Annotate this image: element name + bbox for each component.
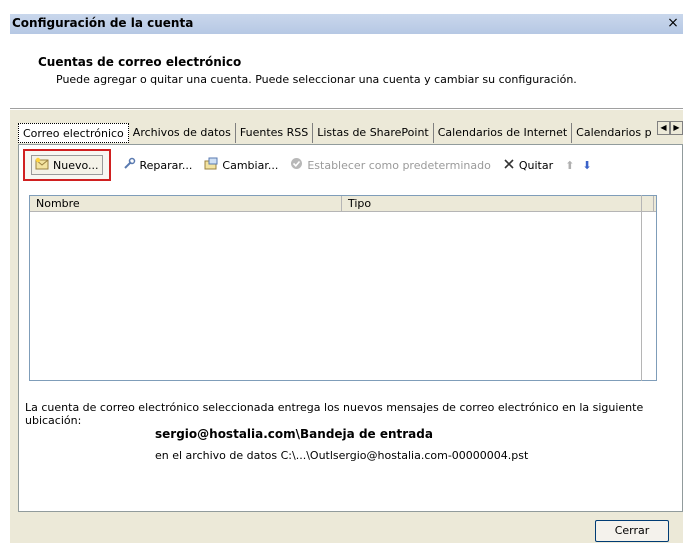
tab-sharepoint-lists[interactable]: Listas de SharePoint (313, 123, 434, 143)
delivery-location: sergio@hostalia.com\Bandeja de entrada (155, 427, 433, 441)
toolbar: Nuevo... Reparar... Cambiar... Establece… (23, 149, 592, 181)
arrow-down-icon[interactable]: ⬇ (582, 159, 591, 172)
tab-scroll-buttons: ◀ ▶ (657, 121, 683, 135)
repair-icon (123, 157, 136, 173)
tab-scroll-left-icon[interactable]: ◀ (657, 121, 670, 135)
header-title: Cuentas de correo electrónico (38, 55, 242, 69)
tab-email[interactable]: Correo electrónico (18, 123, 129, 143)
window-title: Configuración de la cuenta (12, 16, 194, 30)
tab-scroll-right-icon[interactable]: ▶ (670, 121, 683, 135)
data-file-path: en el archivo de datos C:\...\Outlsergio… (155, 449, 529, 462)
change-icon (204, 157, 218, 173)
set-default-button-label: Establecer como predeterminado (307, 158, 491, 172)
dialog-header: Cuentas de correo electrónico Puede agre… (10, 34, 683, 109)
dialog-body: Correo electrónico Archivos de datos Fue… (10, 110, 683, 543)
title-bar: Configuración de la cuenta × (10, 14, 683, 34)
close-icon[interactable]: × (665, 14, 681, 32)
repair-button[interactable]: Reparar... (123, 157, 193, 173)
new-account-icon (35, 157, 49, 173)
tab-published-calendars[interactable]: Calendarios p (572, 123, 655, 143)
arrow-up-icon[interactable]: ⬆ (565, 159, 574, 172)
remove-button[interactable]: Quitar (503, 158, 553, 173)
list-scrollbar[interactable] (641, 195, 657, 381)
tab-rss-feeds[interactable]: Fuentes RSS (236, 123, 314, 143)
close-button[interactable]: Cerrar (595, 520, 669, 542)
change-button-label: Cambiar... (222, 158, 279, 172)
repair-button-label: Reparar... (139, 158, 193, 172)
remove-button-label: Quitar (518, 158, 554, 172)
header-subtitle: Puede agregar o quitar una cuenta. Puede… (56, 73, 577, 86)
account-list-header: Nombre Tipo (30, 196, 656, 212)
close-button-label: Cerrar (614, 524, 650, 537)
check-circle-icon (290, 157, 303, 173)
new-button-highlight: Nuevo... (23, 149, 111, 181)
column-header-name[interactable]: Nombre (30, 196, 342, 211)
column-header-type[interactable]: Tipo (342, 196, 654, 211)
tab-data-files[interactable]: Archivos de datos (129, 123, 236, 143)
tab-internet-calendars[interactable]: Calendarios de Internet (434, 123, 573, 143)
set-default-button[interactable]: Establecer como predeterminado (290, 157, 491, 173)
new-button-label: Nuevo... (53, 158, 99, 172)
account-settings-dialog: Configuración de la cuenta × Cuentas de … (10, 8, 683, 543)
new-button[interactable]: Nuevo... (31, 155, 103, 175)
change-button[interactable]: Cambiar... (204, 157, 278, 173)
account-list[interactable]: Nombre Tipo (29, 195, 657, 381)
x-icon (503, 158, 515, 173)
email-tab-panel: Nuevo... Reparar... Cambiar... Establece… (18, 144, 683, 512)
delivery-description: La cuenta de correo electrónico seleccio… (25, 401, 644, 427)
tab-strip: Correo electrónico Archivos de datos Fue… (18, 122, 683, 144)
